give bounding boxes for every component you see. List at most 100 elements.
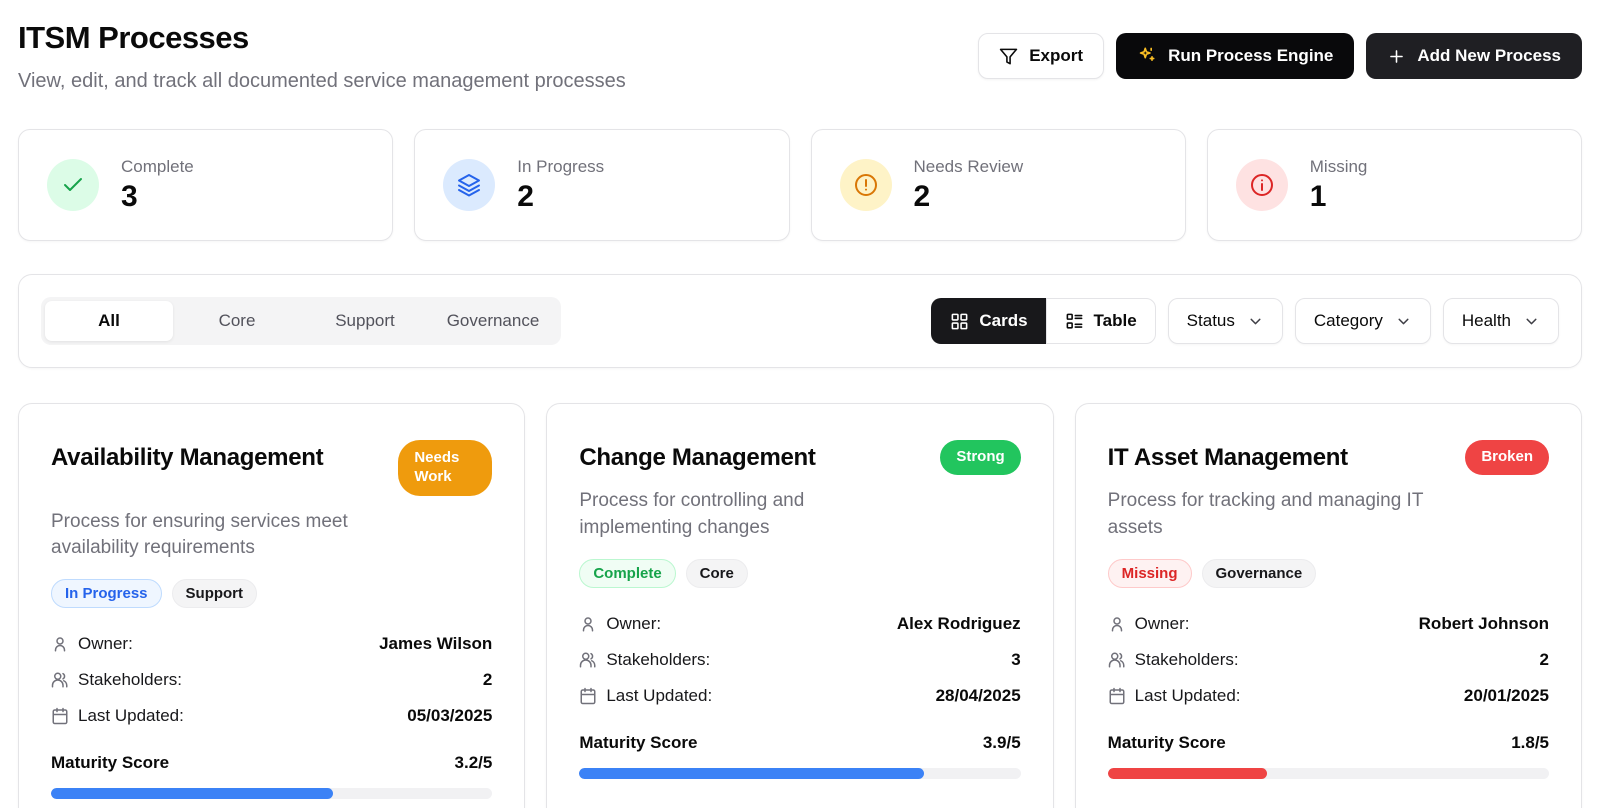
stat-value: 2 <box>517 179 534 213</box>
status-tag: Missing <box>1107 558 1192 588</box>
filter-bar: All Core Support Governance Cards Table <box>18 274 1582 368</box>
info-icon <box>1235 159 1288 211</box>
owner-row: Owner: James Wilson <box>51 634 492 654</box>
page-subtitle: View, edit, and track all documented ser… <box>18 70 626 92</box>
page: ITSM Processes View, edit, and track all… <box>0 0 1600 808</box>
view-table-button[interactable]: Table <box>1045 298 1156 344</box>
process-card-description: Process for controlling and implementing… <box>579 489 805 538</box>
stat-label: Complete <box>121 156 194 176</box>
maturity-progress-fill <box>1107 767 1267 779</box>
stakeholders-value: 3 <box>1011 649 1021 669</box>
health-badge: Needs Work <box>398 440 493 496</box>
calendar-icon <box>579 687 597 705</box>
owner-row: Owner: Robert Johnson <box>1108 614 1549 634</box>
process-card-availability-management[interactable]: Availability Management Needs Work Proce… <box>18 403 526 808</box>
tab-governance[interactable]: Governance <box>429 301 557 341</box>
health-badge: Strong <box>940 440 1021 475</box>
user-icon <box>1108 615 1126 633</box>
export-button[interactable]: Export <box>978 33 1105 79</box>
grid-icon <box>950 312 969 331</box>
maturity-progress-fill <box>579 767 924 779</box>
status-tag: In Progress <box>51 579 162 609</box>
calendar-icon <box>1108 687 1126 705</box>
owner-value: Alex Rodriguez <box>896 613 1021 633</box>
status-dropdown[interactable]: Status <box>1167 298 1283 344</box>
category-tag: Core <box>685 558 748 588</box>
last-updated-value: 05/03/2025 <box>407 706 493 726</box>
last-updated-label: Last Updated: <box>606 685 713 705</box>
filter-controls: Cards Table Status Category Health <box>931 298 1559 344</box>
maturity-progress-track <box>1107 767 1549 779</box>
export-button-label: Export <box>1029 46 1084 65</box>
view-cards-label: Cards <box>979 311 1028 330</box>
owner-label: Owner: <box>1134 613 1190 633</box>
health-badge: Broken <box>1465 440 1549 475</box>
stat-value: 1 <box>1309 179 1327 213</box>
stat-card-needs-review: Needs Review 2 <box>810 129 1186 241</box>
owner-label: Owner: <box>606 613 662 633</box>
check-icon <box>47 159 99 211</box>
users-icon <box>1108 651 1126 669</box>
maturity-progress-fill <box>51 788 334 800</box>
chevron-down-icon <box>1523 313 1540 330</box>
users-icon <box>579 651 597 669</box>
stat-card-in-progress: In Progress 2 <box>414 129 790 241</box>
last-updated-label: Last Updated: <box>1134 685 1241 705</box>
users-icon <box>51 671 69 689</box>
process-card-title: Change Management <box>579 444 816 471</box>
status-dropdown-label: Status <box>1186 311 1235 330</box>
process-card-title: Availability Management <box>51 444 324 471</box>
stakeholders-label: Stakeholders: <box>1134 649 1239 669</box>
stakeholders-row: Stakeholders: 3 <box>579 649 1021 670</box>
user-icon <box>579 615 597 633</box>
process-card-description: Process for ensuring services meet avail… <box>51 510 348 559</box>
stat-value: 3 <box>121 179 138 213</box>
stat-card-complete: Complete 3 <box>18 129 394 241</box>
page-title: ITSM Processes <box>18 20 249 55</box>
stat-card-missing: Missing 1 <box>1206 129 1582 241</box>
process-card-it-asset-management[interactable]: IT Asset Management Broken Process for t… <box>1074 403 1582 808</box>
plus-icon <box>1387 47 1406 66</box>
alert-circle-icon <box>839 159 892 211</box>
stat-label: Missing <box>1309 156 1368 176</box>
stakeholders-label: Stakeholders: <box>78 670 182 690</box>
run-process-engine-label: Run Process Engine <box>1168 46 1334 65</box>
process-card-change-management[interactable]: Change Management Strong Process for con… <box>546 403 1054 808</box>
last-updated-value: 20/01/2025 <box>1463 685 1549 705</box>
page-header: ITSM Processes View, edit, and track all… <box>18 14 1582 93</box>
view-cards-button[interactable]: Cards <box>931 298 1046 344</box>
add-new-process-label: Add New Process <box>1417 46 1561 65</box>
stakeholders-label: Stakeholders: <box>606 649 711 669</box>
owner-value: Robert Johnson <box>1418 613 1549 633</box>
stakeholders-value: 2 <box>482 670 493 690</box>
category-dropdown-label: Category <box>1313 311 1383 330</box>
filter-funnel-icon <box>999 47 1018 66</box>
stats-row: Complete 3 In Progress 2 Needs Review 2 <box>18 129 1582 241</box>
tab-all[interactable]: All <box>45 301 173 341</box>
chevron-down-icon <box>1247 313 1264 330</box>
owner-label: Owner: <box>78 634 133 654</box>
last-updated-row: Last Updated: 20/01/2025 <box>1108 686 1549 706</box>
maturity-progress-track <box>51 788 493 800</box>
view-table-label: Table <box>1093 311 1137 330</box>
header-actions: Export Run Process Engine Add New Proces… <box>978 14 1582 79</box>
process-card-title: IT Asset Management <box>1107 444 1348 471</box>
maturity-score-label: Maturity Score <box>51 753 170 773</box>
last-updated-value: 28/04/2025 <box>935 685 1021 705</box>
owner-row: Owner: Alex Rodriguez <box>579 613 1021 634</box>
health-dropdown[interactable]: Health <box>1442 298 1559 344</box>
calendar-icon <box>51 707 69 725</box>
run-process-engine-button[interactable]: Run Process Engine <box>1116 33 1355 79</box>
stat-value: 2 <box>913 179 931 213</box>
category-tabs: All Core Support Governance <box>41 297 561 345</box>
category-dropdown[interactable]: Category <box>1294 298 1431 344</box>
stakeholders-row: Stakeholders: 2 <box>1108 650 1549 670</box>
maturity-score-value: 3.9/5 <box>982 732 1021 752</box>
stat-label: Needs Review <box>913 156 1024 176</box>
add-new-process-button[interactable]: Add New Process <box>1366 33 1582 79</box>
health-dropdown-label: Health <box>1461 311 1511 330</box>
tab-support[interactable]: Support <box>301 301 429 341</box>
process-card-description: Process for tracking and managing IT ass… <box>1107 489 1424 538</box>
header-text: ITSM Processes View, edit, and track all… <box>18 14 626 93</box>
tab-core[interactable]: Core <box>173 301 301 341</box>
